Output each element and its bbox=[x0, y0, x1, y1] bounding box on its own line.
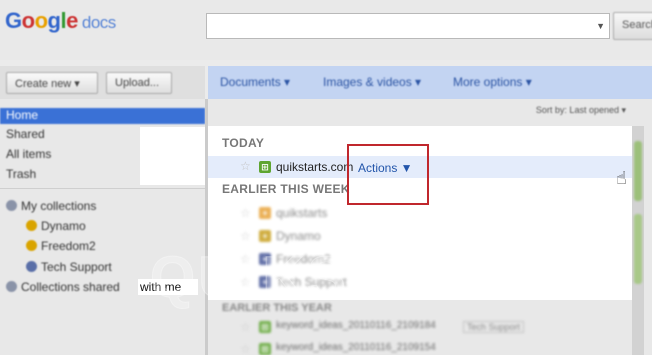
scrollbar-thumb[interactable] bbox=[634, 214, 642, 284]
star-icon[interactable]: ☆ bbox=[240, 206, 251, 220]
search-button[interactable]: Search bbox=[613, 12, 652, 40]
sort-menu[interactable]: Sort by: Last opened ▾ bbox=[536, 105, 626, 116]
collection-label: Dynamo bbox=[41, 219, 86, 233]
document-toolbar: Documents ▾ Images & videos ▾ More optio… bbox=[208, 66, 652, 99]
shared-collections-label: Collections shared bbox=[21, 280, 120, 294]
star-icon[interactable]: ☆ bbox=[240, 159, 251, 173]
hand-cursor-icon: ☝ bbox=[616, 168, 627, 188]
collections-shared-with-me[interactable]: Collections shared bbox=[6, 280, 120, 294]
chevron-down-icon[interactable]: ▼ bbox=[596, 21, 605, 31]
star-icon[interactable]: ☆ bbox=[240, 320, 251, 334]
sidebar-highlight bbox=[140, 127, 206, 185]
collection-icon bbox=[26, 261, 37, 272]
scrollbar-thumb[interactable] bbox=[634, 141, 642, 201]
presentation-icon: + bbox=[259, 207, 271, 219]
actions-menu[interactable]: Actions ▼ bbox=[358, 161, 413, 175]
document-name[interactable]: quikstarts bbox=[276, 206, 327, 220]
collection-freedom2[interactable]: Freedom2 bbox=[26, 239, 96, 253]
my-collections[interactable]: My collections bbox=[6, 199, 96, 213]
my-collections-label: My collections bbox=[21, 199, 97, 213]
logo-suffix: docs bbox=[81, 13, 116, 32]
document-name[interactable]: keyword_ideas_20110116_2109184 bbox=[276, 320, 436, 331]
search-input[interactable]: ▼ bbox=[206, 13, 610, 39]
spreadsheet-icon: ⊞ bbox=[259, 161, 271, 173]
sidebar-item-trash[interactable]: Trash bbox=[0, 167, 140, 183]
create-new-button[interactable]: Create new ▾ bbox=[6, 72, 98, 94]
star-icon[interactable]: ☆ bbox=[240, 229, 251, 243]
images-videos-menu[interactable]: Images & videos ▾ bbox=[323, 75, 421, 89]
collection-icon bbox=[6, 281, 17, 292]
upload-button[interactable]: Upload... bbox=[106, 72, 172, 94]
sidebar-item-all-items[interactable]: All items bbox=[0, 147, 140, 163]
sidebar-item-shared[interactable]: Shared bbox=[0, 127, 140, 143]
section-heading-today: TODAY bbox=[222, 136, 265, 150]
collection-label: Tech Support bbox=[41, 260, 112, 274]
document-name[interactable]: quikstarts.com bbox=[276, 160, 353, 174]
header: Googledocs ▼ Search bbox=[0, 0, 652, 60]
section-heading-earlier-this-week: EARLIER THIS WEEK bbox=[222, 182, 350, 196]
spreadsheet-icon: ⊞ bbox=[259, 343, 271, 355]
collection-tech-support[interactable]: Tech Support bbox=[26, 260, 112, 274]
collection-tag[interactable]: Tech Support bbox=[463, 321, 525, 333]
more-options-menu[interactable]: More options ▾ bbox=[453, 75, 532, 89]
watermark: QUIKSTARTS bbox=[150, 245, 553, 311]
left-toolbar: Create new ▾ Upload... bbox=[0, 66, 205, 99]
star-icon[interactable]: ☆ bbox=[240, 342, 251, 355]
collection-icon bbox=[26, 220, 37, 231]
collection-icon bbox=[6, 200, 17, 211]
drawing-icon: + bbox=[259, 230, 271, 242]
google-docs-logo[interactable]: Google docs bbox=[5, 8, 116, 34]
document-name[interactable]: Dynamo bbox=[276, 229, 321, 243]
sidebar-item-home[interactable]: Home bbox=[0, 108, 205, 124]
document-list: Sort by: Last opened ▾ TODAY ☆ ⊞ quiksta… bbox=[208, 99, 652, 355]
document-name[interactable]: keyword_ideas_20110116_2109154 bbox=[276, 342, 436, 353]
spreadsheet-icon: ⊞ bbox=[259, 321, 271, 333]
collection-icon bbox=[26, 240, 37, 251]
documents-menu[interactable]: Documents ▾ bbox=[220, 75, 290, 89]
collection-label: Freedom2 bbox=[41, 239, 96, 253]
divider bbox=[0, 188, 205, 189]
collection-dynamo[interactable]: Dynamo bbox=[26, 219, 86, 233]
sidebar: Home Shared All items Trash My collectio… bbox=[0, 99, 206, 355]
